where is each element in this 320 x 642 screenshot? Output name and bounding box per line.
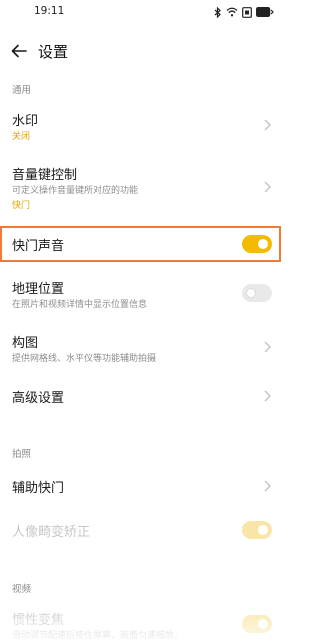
toggle-knob: [258, 619, 268, 629]
section-label-photo: 拍照: [12, 449, 32, 460]
page-title: 设置: [38, 43, 69, 61]
setting-row-composition[interactable]: 构图 提供网格线、水平仪等功能辅助拍摄: [0, 326, 288, 370]
chevron-right-icon: [264, 480, 271, 492]
status-bar: 19:11: [0, 0, 288, 26]
section-label-general: 通用: [12, 85, 32, 96]
chevron-right-icon: [264, 119, 271, 131]
row-title: 惯性变焦: [12, 613, 65, 628]
header: 设置: [0, 36, 288, 66]
portrait-correction-toggle: [242, 521, 272, 539]
setting-row-portrait-correction: 人像畸变矫正: [0, 514, 288, 546]
row-title: 人像畸变矫正: [12, 525, 91, 540]
status-time: 19:11: [34, 5, 65, 17]
inertia-zoom-toggle: [242, 615, 272, 633]
setting-row-watermark[interactable]: 水印 关闭: [0, 104, 288, 146]
sim-icon: [242, 6, 252, 18]
chevron-right-icon: [264, 181, 271, 193]
setting-row-volume-key[interactable]: 音量键控制 可定义操作音量键所对应的功能 快门: [0, 158, 288, 214]
row-title: 音量键控制: [12, 168, 78, 183]
setting-row-assist-shutter[interactable]: 辅助快门: [0, 470, 288, 502]
row-title: 构图: [12, 336, 39, 351]
row-status: 快门: [12, 201, 31, 211]
row-subtitle: 可定义操作音量键所对应的功能: [12, 186, 139, 196]
row-title: 快门声音: [12, 239, 65, 254]
row-title: 地理位置: [12, 282, 65, 297]
settings-screen: 19:11 设置 通用 水印 关闭 音量键控制 可定义操作音量键所对应的功能 快…: [0, 0, 288, 642]
back-arrow-icon[interactable]: [10, 42, 28, 60]
toggle-knob: [258, 239, 268, 249]
shutter-sound-toggle[interactable]: [242, 235, 272, 253]
setting-row-advanced[interactable]: 高级设置: [0, 380, 288, 412]
row-status: 关闭: [12, 132, 31, 142]
battery-icon: [256, 7, 274, 17]
toggle-knob: [246, 288, 256, 298]
row-subtitle: 滑动调节配速后按住屏幕，画面匀速缩放。: [12, 631, 184, 641]
location-toggle[interactable]: [242, 284, 272, 302]
setting-row-shutter-sound[interactable]: 快门声音: [0, 226, 288, 262]
section-label-video: 视频: [12, 584, 32, 595]
row-subtitle: 在照片和视频详情中显示位置信息: [12, 300, 148, 310]
chevron-right-icon: [264, 390, 271, 402]
row-title: 水印: [12, 114, 39, 129]
bluetooth-icon: [214, 6, 221, 18]
setting-row-inertia-zoom: 惯性变焦 滑动调节配速后按住屏幕，画面匀速缩放。: [0, 603, 288, 642]
toggle-knob: [258, 525, 268, 535]
status-icons: [214, 5, 274, 19]
row-title: 辅助快门: [12, 481, 65, 496]
chevron-right-icon: [264, 341, 271, 353]
wifi-icon: [226, 7, 238, 17]
row-subtitle: 提供网格线、水平仪等功能辅助拍摄: [12, 354, 157, 364]
row-title: 高级设置: [12, 391, 65, 406]
setting-row-location[interactable]: 地理位置 在照片和视频详情中显示位置信息: [0, 272, 288, 316]
